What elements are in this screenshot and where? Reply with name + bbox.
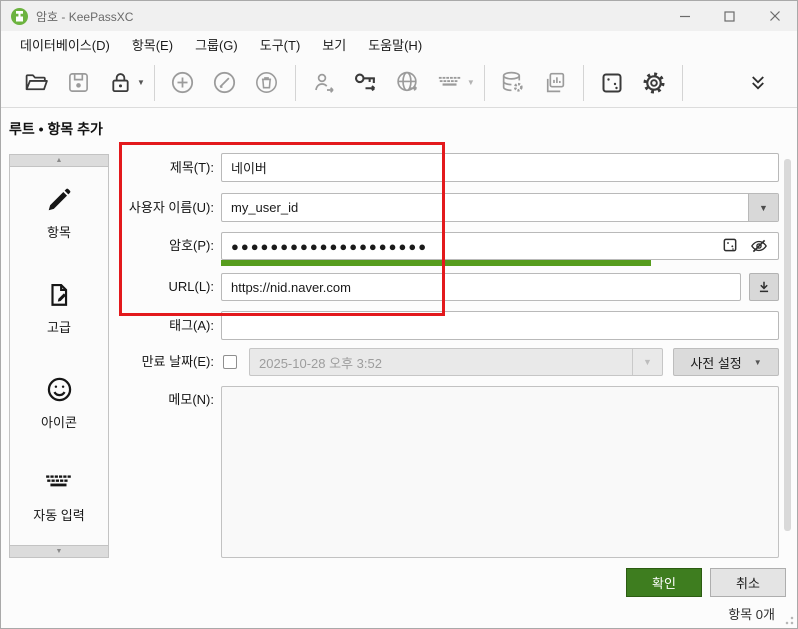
database-settings-button[interactable]	[500, 70, 526, 96]
password-strength-bar	[221, 260, 779, 266]
menu-view[interactable]: 보기	[311, 31, 357, 58]
autotype-button[interactable]	[437, 70, 463, 96]
presets-button[interactable]: 사전 설정 ▼	[673, 348, 779, 376]
database-gear-icon	[500, 70, 525, 95]
generate-password-dice-icon[interactable]	[722, 237, 738, 253]
chevron-down-icon: ▼	[759, 203, 768, 213]
username-combobox[interactable]: my_user_id ▼	[221, 193, 779, 222]
title-input[interactable]	[221, 153, 779, 182]
save-icon	[67, 71, 90, 94]
toolbar-separator	[583, 65, 584, 101]
username-value: my_user_id	[222, 200, 748, 215]
sidebar-item-autotype[interactable]: 자동 입력	[10, 451, 108, 546]
edit-circle-icon	[212, 70, 237, 95]
add-entry-button[interactable]	[170, 70, 196, 96]
minimize-icon	[679, 10, 691, 22]
toolbar-separator	[154, 65, 155, 101]
toolbar-separator	[295, 65, 296, 101]
chevron-down-icon: ▼	[754, 358, 762, 367]
open-folder-icon	[24, 70, 49, 95]
page-title: 루트 • 항목 추가	[9, 119, 103, 139]
menu-entry[interactable]: 항목(E)	[121, 31, 184, 58]
eye-slash-icon[interactable]	[750, 237, 768, 255]
download-favicon-button[interactable]	[749, 273, 779, 301]
window-title: 암호 - KeePassXC	[36, 8, 133, 25]
expand-toolbar-button[interactable]	[745, 70, 771, 96]
password-generator-button[interactable]	[599, 70, 625, 96]
notes-textarea[interactable]	[221, 386, 779, 558]
maximize-icon	[724, 11, 735, 22]
menu-group[interactable]: 그룹(G)	[184, 31, 249, 58]
plus-circle-icon	[170, 70, 195, 95]
key-arrow-icon	[353, 70, 378, 95]
tags-label: 태그(A):	[61, 311, 214, 340]
url-label: URL(L):	[61, 273, 214, 301]
menu-tools[interactable]: 도구(T)	[249, 31, 312, 58]
chevron-down-icon: ▼	[643, 357, 652, 367]
sidebar-scroll-down-button[interactable]: ▼	[9, 545, 109, 558]
save-database-button[interactable]	[65, 70, 91, 96]
ok-button[interactable]: 확인	[626, 568, 702, 597]
close-button[interactable]	[752, 1, 797, 31]
edit-entry-button[interactable]	[212, 70, 238, 96]
password-field[interactable]: ●●●●●●●●●●●●●●●●●●●●	[221, 232, 779, 260]
delete-entry-button[interactable]	[254, 70, 280, 96]
gear-icon	[641, 70, 667, 96]
lock-icon	[109, 71, 132, 94]
expire-datetime-field: 2025-10-28 오후 3:52 ▼	[249, 348, 663, 376]
presets-label: 사전 설정	[690, 353, 741, 372]
keyboard-icon	[44, 472, 74, 496]
copy-password-button[interactable]	[353, 70, 379, 96]
keepassxc-window: 암호 - KeePassXC 데이터베이스(D) 항목(E) 그룹(G) 도구(…	[0, 0, 798, 629]
title-label: 제목(T):	[61, 153, 214, 182]
toolbar-separator	[682, 65, 683, 101]
keyboard-icon	[437, 69, 463, 96]
entry-count-status: 항목 0개	[728, 604, 775, 623]
toolbar-separator	[484, 65, 485, 101]
expire-dropdown-disabled: ▼	[632, 349, 662, 375]
copy-username-button[interactable]	[311, 70, 337, 96]
expires-checkbox[interactable]	[223, 355, 237, 369]
password-label: 암호(P):	[61, 232, 214, 260]
close-icon	[769, 10, 781, 22]
expires-label: 만료 날짜(E):	[61, 348, 214, 376]
maximize-button[interactable]	[707, 1, 752, 31]
menu-help[interactable]: 도움말(H)	[357, 31, 433, 58]
sidebar-item-label: 아이콘	[41, 412, 77, 431]
username-label: 사용자 이름(U):	[61, 193, 214, 222]
chevron-double-down-icon	[749, 74, 767, 92]
notes-label: 메모(N):	[61, 386, 214, 414]
form-scrollbar[interactable]	[784, 159, 791, 531]
minimize-button[interactable]	[662, 1, 707, 31]
open-database-button[interactable]	[23, 70, 49, 96]
download-icon	[757, 280, 771, 294]
trash-circle-icon	[254, 70, 279, 95]
cancel-button[interactable]: 취소	[710, 568, 786, 597]
autotype-dropdown-arrow-icon[interactable]: ▼	[467, 78, 475, 87]
dice-icon	[600, 71, 624, 95]
expire-datetime-value: 2025-10-28 오후 3:52	[250, 353, 632, 372]
lock-database-button[interactable]	[107, 70, 133, 96]
username-dropdown-button[interactable]: ▼	[748, 194, 778, 221]
person-arrow-icon	[312, 71, 336, 95]
settings-button[interactable]	[641, 70, 667, 96]
toolbar: ▼ ▼	[1, 58, 797, 108]
reports-button[interactable]	[542, 70, 568, 96]
reports-icon	[542, 70, 567, 95]
sidebar-item-label: 자동 입력	[33, 505, 84, 524]
title-bar: 암호 - KeePassXC	[1, 1, 797, 31]
resize-grip[interactable]	[784, 615, 794, 625]
keepassxc-logo-icon	[11, 8, 28, 25]
password-value: ●●●●●●●●●●●●●●●●●●●●	[222, 239, 722, 254]
tags-input[interactable]	[221, 311, 779, 340]
menu-bar: 데이터베이스(D) 항목(E) 그룹(G) 도구(T) 보기 도움말(H)	[1, 31, 797, 58]
menu-database[interactable]: 데이터베이스(D)	[9, 31, 121, 58]
copy-url-button[interactable]	[395, 70, 421, 96]
lock-dropdown-arrow-icon[interactable]: ▼	[137, 78, 145, 87]
globe-arrow-icon	[395, 70, 420, 95]
url-input[interactable]	[221, 273, 741, 301]
